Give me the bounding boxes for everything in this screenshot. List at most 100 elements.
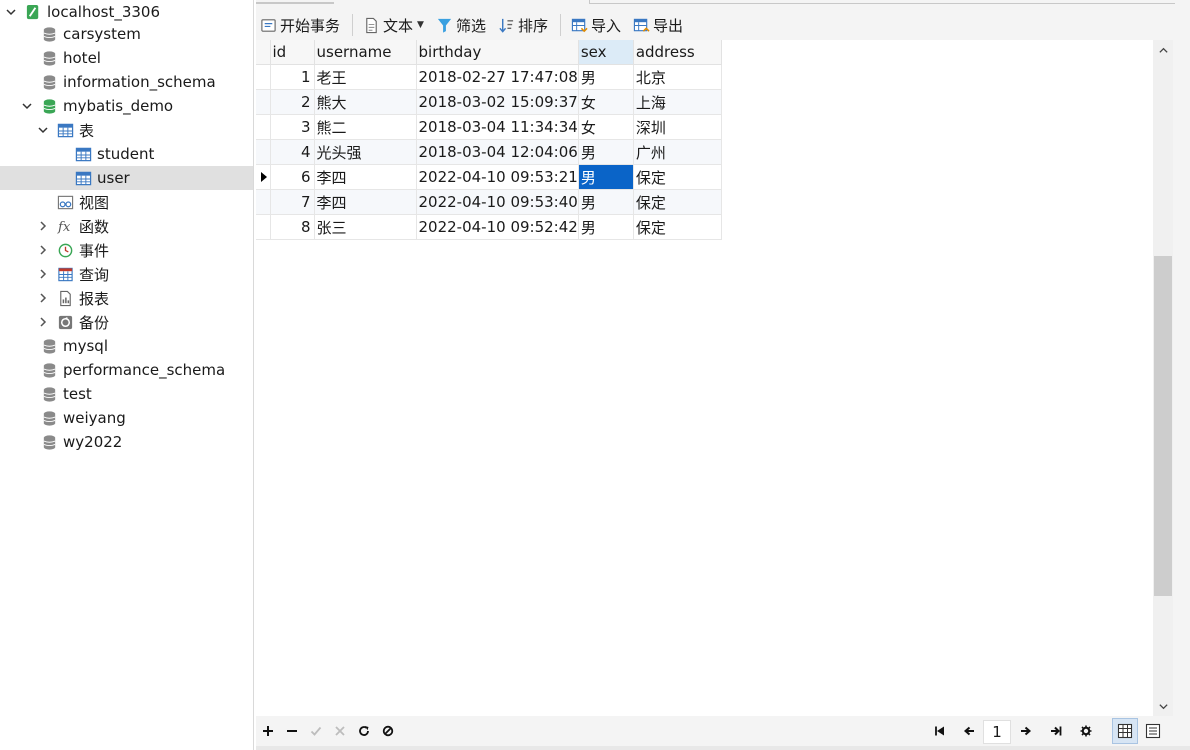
row-marker[interactable] bbox=[256, 114, 271, 140]
refresh-button[interactable] bbox=[354, 721, 374, 741]
column-header-id[interactable]: id bbox=[270, 40, 315, 65]
cell-address[interactable]: 保定 bbox=[633, 214, 722, 240]
data-grid[interactable]: id username birthday sex address 1 老王 2018… bbox=[256, 40, 1153, 716]
tree-item-db-hotel[interactable]: hotel bbox=[0, 46, 253, 70]
cell-address[interactable]: 上海 bbox=[633, 89, 722, 115]
cell-sex[interactable]: 女 bbox=[578, 114, 634, 140]
tree-item-events[interactable]: 事件 bbox=[0, 238, 253, 262]
cell-sex[interactable]: 女 bbox=[578, 89, 634, 115]
add-record-button[interactable] bbox=[258, 721, 278, 741]
tree-item-db-wy2022[interactable]: wy2022 bbox=[0, 430, 253, 454]
cell-sex[interactable]: 男 bbox=[578, 139, 634, 165]
column-header-birthday[interactable]: birthday bbox=[416, 40, 579, 65]
tree-item-connection[interactable]: localhost_3306 bbox=[0, 0, 253, 24]
scrollbar-thumb[interactable] bbox=[1154, 256, 1172, 596]
cell-address[interactable]: 保定 bbox=[633, 164, 722, 190]
first-page-button[interactable] bbox=[930, 721, 950, 741]
table-row[interactable]: 1 老王 2018-02-27 17:47:08 男北京 bbox=[256, 64, 722, 90]
text-button[interactable]: 文本 ▼ bbox=[359, 11, 428, 39]
cell-username[interactable]: 李四 bbox=[314, 189, 417, 215]
tree-item-db-weiyang[interactable]: weiyang bbox=[0, 406, 253, 430]
cell-sex[interactable]: 男 bbox=[578, 64, 634, 90]
cell-id[interactable]: 3 bbox=[270, 114, 315, 140]
table-row[interactable]: 6 李四 2022-04-10 09:53:21 男保定 bbox=[256, 164, 722, 190]
column-header-sex[interactable]: sex bbox=[578, 40, 634, 65]
tree-item-db-mybatis-demo[interactable]: mybatis_demo bbox=[0, 94, 253, 118]
cell-id[interactable]: 8 bbox=[270, 214, 315, 240]
scroll-up-icon[interactable] bbox=[1153, 41, 1173, 59]
row-marker[interactable] bbox=[256, 89, 271, 115]
cell-username[interactable]: 李四 bbox=[314, 164, 417, 190]
cell-sex[interactable]: 男 bbox=[578, 164, 634, 190]
chevron-right-icon[interactable] bbox=[36, 243, 50, 257]
cell-birthday[interactable]: 2018-03-04 11:34:34 bbox=[416, 114, 579, 140]
cell-id[interactable]: 6 bbox=[270, 164, 315, 190]
discard-changes-button[interactable] bbox=[330, 721, 350, 741]
cell-birthday[interactable]: 2022-04-10 09:52:42 bbox=[416, 214, 579, 240]
delete-record-button[interactable] bbox=[282, 721, 302, 741]
cell-address[interactable]: 深圳 bbox=[633, 114, 722, 140]
form-view-toggle[interactable] bbox=[1140, 718, 1166, 744]
page-number-input[interactable]: 1 bbox=[983, 720, 1011, 744]
cell-address[interactable]: 广州 bbox=[633, 139, 722, 165]
cell-sex[interactable]: 男 bbox=[578, 189, 634, 215]
tree-item-table-student[interactable]: student bbox=[0, 142, 253, 166]
chevron-right-icon[interactable] bbox=[36, 291, 50, 305]
cell-birthday[interactable]: 2018-02-27 17:47:08 bbox=[416, 64, 579, 90]
cell-username[interactable]: 老王 bbox=[314, 64, 417, 90]
table-row[interactable]: 7 李四 2022-04-10 09:53:40 男保定 bbox=[256, 189, 722, 215]
chevron-down-icon[interactable] bbox=[20, 99, 34, 113]
column-header-address[interactable]: address bbox=[633, 40, 722, 65]
tree-item-functions[interactable]: fx 函数 bbox=[0, 214, 253, 238]
begin-transaction-button[interactable]: 开始事务 bbox=[256, 11, 344, 39]
tree-item-queries[interactable]: 查询 bbox=[0, 262, 253, 286]
row-marker[interactable] bbox=[256, 64, 271, 90]
previous-page-button[interactable] bbox=[959, 721, 979, 741]
row-marker[interactable] bbox=[256, 139, 271, 165]
vertical-scrollbar[interactable] bbox=[1153, 40, 1173, 716]
chevron-right-icon[interactable] bbox=[36, 219, 50, 233]
cell-username[interactable]: 张三 bbox=[314, 214, 417, 240]
cell-id[interactable]: 1 bbox=[270, 64, 315, 90]
cell-birthday[interactable]: 2018-03-02 15:09:37 bbox=[416, 89, 579, 115]
cell-address[interactable]: 保定 bbox=[633, 189, 722, 215]
chevron-right-icon[interactable] bbox=[36, 315, 50, 329]
sort-button[interactable]: 排序 bbox=[494, 11, 552, 39]
tree-item-backups[interactable]: 备份 bbox=[0, 310, 253, 334]
scroll-down-icon[interactable] bbox=[1153, 697, 1173, 715]
cell-address[interactable]: 北京 bbox=[633, 64, 722, 90]
row-marker[interactable] bbox=[256, 164, 271, 190]
column-header-username[interactable]: username bbox=[314, 40, 417, 65]
cell-birthday[interactable]: 2022-04-10 09:53:21 bbox=[416, 164, 579, 190]
cell-username[interactable]: 熊大 bbox=[314, 89, 417, 115]
stop-button[interactable] bbox=[378, 721, 398, 741]
tree-item-reports[interactable]: 报表 bbox=[0, 286, 253, 310]
cell-id[interactable]: 2 bbox=[270, 89, 315, 115]
cell-birthday[interactable]: 2022-04-10 09:53:40 bbox=[416, 189, 579, 215]
table-row[interactable]: 4 光头强 2018-03-04 12:04:06 男广州 bbox=[256, 139, 722, 165]
cell-sex[interactable]: 男 bbox=[578, 214, 634, 240]
export-button[interactable]: 导出 bbox=[629, 11, 687, 39]
cell-id[interactable]: 4 bbox=[270, 139, 315, 165]
filter-button[interactable]: 筛选 bbox=[432, 11, 490, 39]
tree-item-db-test[interactable]: test bbox=[0, 382, 253, 406]
row-marker[interactable] bbox=[256, 189, 271, 215]
table-row[interactable]: 8 张三 2022-04-10 09:52:42 男保定 bbox=[256, 214, 722, 240]
tree-item-tables-group[interactable]: 表 bbox=[0, 118, 253, 142]
cell-username[interactable]: 熊二 bbox=[314, 114, 417, 140]
grid-view-toggle[interactable] bbox=[1112, 718, 1138, 744]
tree-item-views[interactable]: 视图 bbox=[0, 190, 253, 214]
table-row[interactable]: 2 熊大 2018-03-02 15:09:37 女上海 bbox=[256, 89, 722, 115]
cell-birthday[interactable]: 2018-03-04 12:04:06 bbox=[416, 139, 579, 165]
apply-changes-button[interactable] bbox=[306, 721, 326, 741]
row-marker[interactable] bbox=[256, 214, 271, 240]
tree-item-table-user[interactable]: user bbox=[0, 166, 253, 190]
import-button[interactable]: 导入 bbox=[567, 11, 625, 39]
tree-item-db-performance-schema[interactable]: performance_schema bbox=[0, 358, 253, 382]
tree-item-db-carsystem[interactable]: carsystem bbox=[0, 22, 253, 46]
last-page-button[interactable] bbox=[1046, 721, 1066, 741]
next-page-button[interactable] bbox=[1016, 721, 1036, 741]
tree-item-db-mysql[interactable]: mysql bbox=[0, 334, 253, 358]
chevron-down-icon[interactable] bbox=[4, 5, 18, 19]
table-row[interactable]: 3 熊二 2018-03-04 11:34:34 女深圳 bbox=[256, 114, 722, 140]
